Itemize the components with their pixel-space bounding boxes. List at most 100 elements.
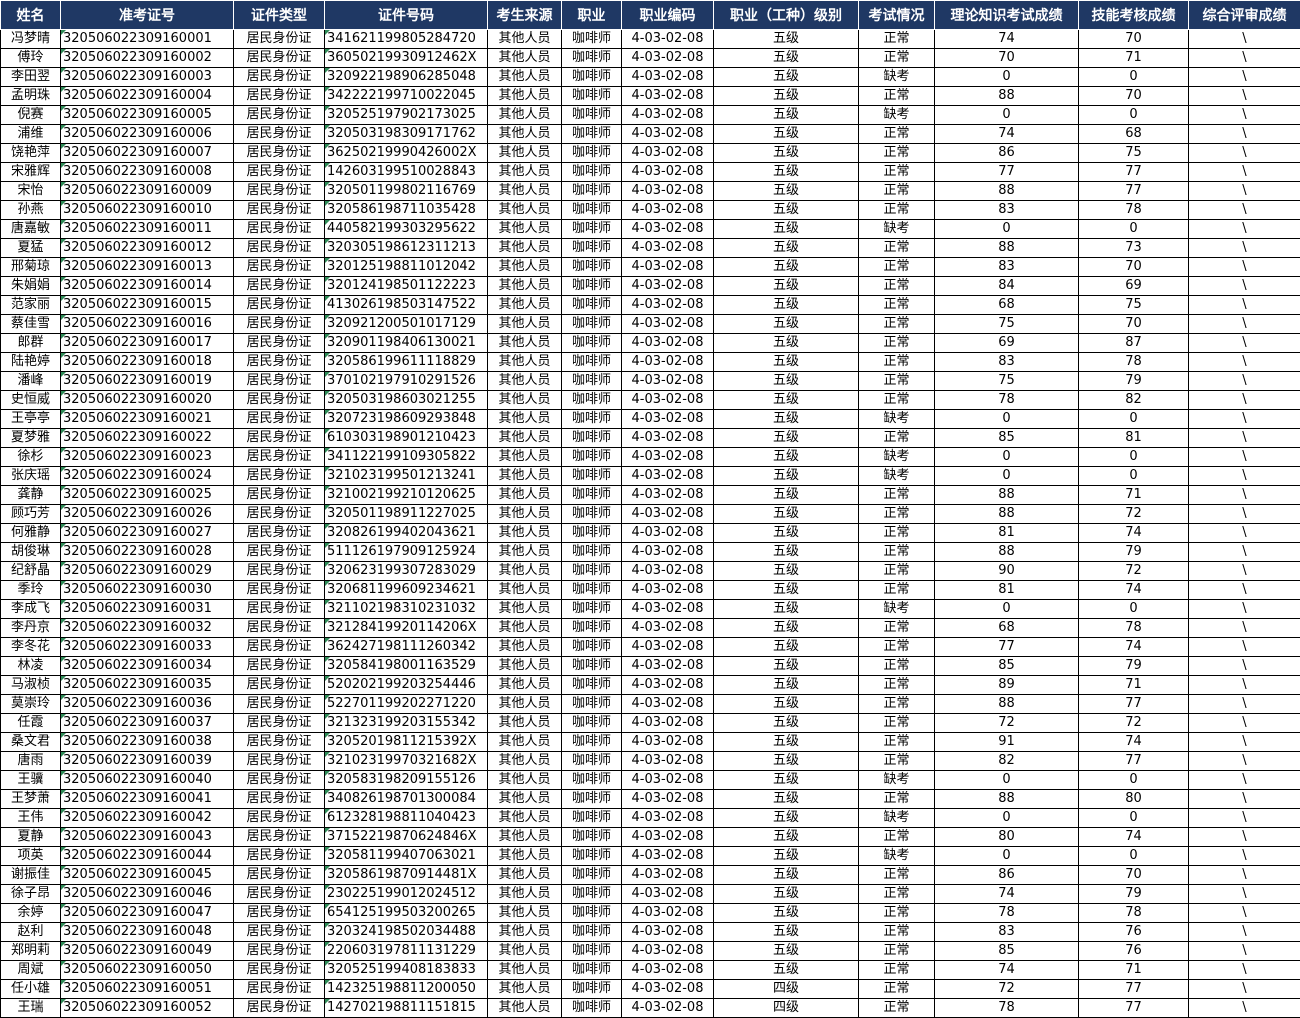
cell-level[interactable]: 五级 <box>714 866 859 885</box>
cell-skill-score[interactable]: 76 <box>1079 923 1189 942</box>
cell-id-number[interactable]: 320503198603021255 <box>325 391 488 410</box>
cell-occupation[interactable]: 咖啡师 <box>562 790 622 809</box>
cell-id-type[interactable]: 居民身份证 <box>234 220 325 239</box>
cell-name[interactable]: 王骥 <box>1 771 61 790</box>
cell-theory-score[interactable]: 90 <box>935 562 1079 581</box>
cell-name[interactable]: 莫崇玲 <box>1 695 61 714</box>
cell-occupation-code[interactable]: 4-03-02-08 <box>622 372 714 391</box>
cell-level[interactable]: 五级 <box>714 49 859 68</box>
cell-source[interactable]: 其他人员 <box>488 220 562 239</box>
table-row[interactable]: 李丹京320506022309160032居民身份证32128419920114… <box>1 619 1300 638</box>
cell-occupation-code[interactable]: 4-03-02-08 <box>622 714 714 733</box>
cell-id-type[interactable]: 居民身份证 <box>234 771 325 790</box>
cell-occupation-code[interactable]: 4-03-02-08 <box>622 657 714 676</box>
cell-name[interactable]: 李田翌 <box>1 68 61 87</box>
cell-review-score[interactable]: \ <box>1189 239 1300 258</box>
cell-level[interactable]: 五级 <box>714 258 859 277</box>
cell-occupation[interactable]: 咖啡师 <box>562 657 622 676</box>
cell-skill-score[interactable]: 72 <box>1079 562 1189 581</box>
cell-level[interactable]: 五级 <box>714 543 859 562</box>
cell-occupation[interactable]: 咖啡师 <box>562 733 622 752</box>
cell-source[interactable]: 其他人员 <box>488 334 562 353</box>
cell-theory-score[interactable]: 74 <box>935 885 1079 904</box>
cell-occupation-code[interactable]: 4-03-02-08 <box>622 619 714 638</box>
cell-name[interactable]: 纪舒晶 <box>1 562 61 581</box>
cell-skill-score[interactable]: 74 <box>1079 828 1189 847</box>
cell-theory-score[interactable]: 0 <box>935 600 1079 619</box>
cell-level[interactable]: 五级 <box>714 353 859 372</box>
cell-id-number[interactable]: 341621199805284720 <box>325 30 488 49</box>
cell-review-score[interactable]: \ <box>1189 315 1300 334</box>
cell-review-score[interactable]: \ <box>1189 733 1300 752</box>
cell-occupation[interactable]: 咖啡师 <box>562 410 622 429</box>
cell-occupation[interactable]: 咖啡师 <box>562 49 622 68</box>
cell-review-score[interactable]: \ <box>1189 30 1300 49</box>
cell-level[interactable]: 四级 <box>714 999 859 1018</box>
cell-level[interactable]: 五级 <box>714 315 859 334</box>
cell-skill-score[interactable]: 78 <box>1079 904 1189 923</box>
cell-occupation[interactable]: 咖啡师 <box>562 258 622 277</box>
cell-exam-id[interactable]: 320506022309160046 <box>61 885 234 904</box>
cell-name[interactable]: 宋雅辉 <box>1 163 61 182</box>
cell-skill-score[interactable]: 0 <box>1079 467 1189 486</box>
cell-source[interactable]: 其他人员 <box>488 87 562 106</box>
cell-source[interactable]: 其他人员 <box>488 695 562 714</box>
cell-source[interactable]: 其他人员 <box>488 315 562 334</box>
cell-name[interactable]: 范家丽 <box>1 296 61 315</box>
cell-occupation[interactable]: 咖啡师 <box>562 999 622 1018</box>
cell-name[interactable]: 郎群 <box>1 334 61 353</box>
cell-level[interactable]: 五级 <box>714 144 859 163</box>
cell-theory-score[interactable]: 70 <box>935 49 1079 68</box>
cell-review-score[interactable]: \ <box>1189 714 1300 733</box>
cell-id-type[interactable]: 居民身份证 <box>234 866 325 885</box>
cell-exam-id[interactable]: 320506022309160025 <box>61 486 234 505</box>
cell-id-type[interactable]: 居民身份证 <box>234 562 325 581</box>
cell-review-score[interactable]: \ <box>1189 391 1300 410</box>
cell-occupation-code[interactable]: 4-03-02-08 <box>622 885 714 904</box>
table-row[interactable]: 王梦萧320506022309160041居民身份证34082619870130… <box>1 790 1300 809</box>
cell-id-type[interactable]: 居民身份证 <box>234 581 325 600</box>
cell-source[interactable]: 其他人员 <box>488 790 562 809</box>
cell-source[interactable]: 其他人员 <box>488 562 562 581</box>
cell-occupation-code[interactable]: 4-03-02-08 <box>622 467 714 486</box>
cell-occupation[interactable]: 咖啡师 <box>562 144 622 163</box>
cell-id-type[interactable]: 居民身份证 <box>234 68 325 87</box>
cell-review-score[interactable]: \ <box>1189 619 1300 638</box>
cell-occupation-code[interactable]: 4-03-02-08 <box>622 182 714 201</box>
cell-exam-id[interactable]: 320506022309160023 <box>61 448 234 467</box>
cell-exam-id[interactable]: 320506022309160052 <box>61 999 234 1018</box>
cell-review-score[interactable]: \ <box>1189 277 1300 296</box>
cell-name[interactable]: 冯梦晴 <box>1 30 61 49</box>
cell-name[interactable]: 赵利 <box>1 923 61 942</box>
cell-exam-status[interactable]: 正常 <box>859 980 935 999</box>
cell-level[interactable]: 五级 <box>714 106 859 125</box>
cell-id-number[interactable]: 321102198310231032 <box>325 600 488 619</box>
cell-level[interactable]: 五级 <box>714 923 859 942</box>
cell-id-number[interactable]: 362427198111260342 <box>325 638 488 657</box>
cell-level[interactable]: 四级 <box>714 980 859 999</box>
cell-id-number[interactable]: 32058619870914481X <box>325 866 488 885</box>
cell-review-score[interactable]: \ <box>1189 676 1300 695</box>
cell-theory-score[interactable]: 68 <box>935 296 1079 315</box>
cell-exam-id[interactable]: 320506022309160016 <box>61 315 234 334</box>
cell-name[interactable]: 王伟 <box>1 809 61 828</box>
cell-skill-score[interactable]: 79 <box>1079 372 1189 391</box>
cell-occupation[interactable]: 咖啡师 <box>562 391 622 410</box>
cell-skill-score[interactable]: 77 <box>1079 999 1189 1018</box>
cell-skill-score[interactable]: 79 <box>1079 885 1189 904</box>
cell-occupation[interactable]: 咖啡师 <box>562 505 622 524</box>
cell-exam-status[interactable]: 正常 <box>859 581 935 600</box>
cell-skill-score[interactable]: 75 <box>1079 296 1189 315</box>
cell-exam-id[interactable]: 320506022309160003 <box>61 68 234 87</box>
cell-review-score[interactable]: \ <box>1189 562 1300 581</box>
cell-occupation[interactable]: 咖啡师 <box>562 239 622 258</box>
cell-source[interactable]: 其他人员 <box>488 448 562 467</box>
cell-source[interactable]: 其他人员 <box>488 752 562 771</box>
cell-skill-score[interactable]: 71 <box>1079 49 1189 68</box>
cell-level[interactable]: 五级 <box>714 125 859 144</box>
cell-occupation[interactable]: 咖啡师 <box>562 106 622 125</box>
cell-occupation-code[interactable]: 4-03-02-08 <box>622 201 714 220</box>
cell-theory-score[interactable]: 88 <box>935 182 1079 201</box>
cell-theory-score[interactable]: 89 <box>935 676 1079 695</box>
cell-id-number[interactable]: 320921200501017129 <box>325 315 488 334</box>
